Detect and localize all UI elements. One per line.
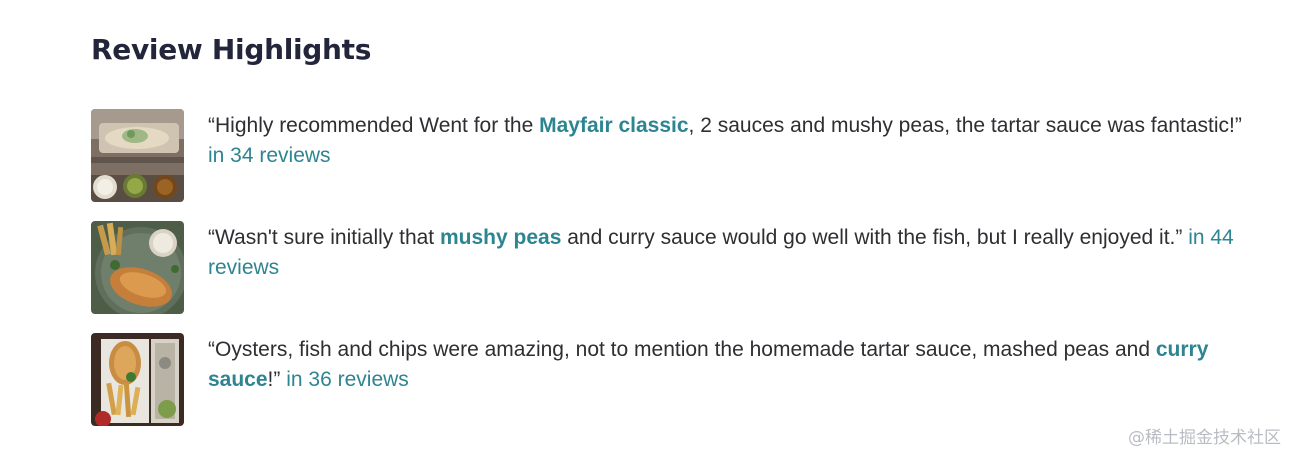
review-count-link[interactable]: in 36 reviews	[286, 368, 409, 391]
highlighted-dish-link[interactable]: Mayfair classic	[539, 114, 688, 137]
review-quote: “Oysters, fish and chips were amazing, n…	[208, 335, 1248, 395]
review-quote: “Wasn't sure initially that mushy peas a…	[208, 223, 1248, 283]
quote-text-after: , 2 sauces and mushy peas, the tartar sa…	[688, 114, 1235, 137]
quote-text-before: Oysters, fish and chips were amazing, no…	[215, 338, 1156, 361]
quote-text-before: Highly recommended Went for the	[215, 114, 540, 137]
quote-open-mark: “	[208, 114, 215, 137]
review-photo-thumbnail[interactable]	[91, 109, 184, 202]
quote-close-mark: ”	[273, 368, 281, 391]
fish-and-chips-paper-photo-icon	[91, 333, 184, 426]
review-highlight-item: “Oysters, fish and chips were amazing, n…	[91, 333, 1251, 426]
review-count-link[interactable]: in 34 reviews	[208, 144, 331, 167]
highlighted-dish-link[interactable]: mushy peas	[440, 226, 561, 249]
section-title: Review Highlights	[91, 33, 372, 66]
site-watermark: @稀土掘金技术社区	[1128, 428, 1281, 448]
review-highlight-item: “Wasn't sure initially that mushy peas a…	[91, 221, 1251, 314]
review-highlight-item: “Highly recommended Went for the Mayfair…	[91, 109, 1251, 202]
quote-close-mark: ”	[1175, 226, 1183, 249]
quote-text-before: Wasn't sure initially that	[215, 226, 440, 249]
fish-wrap-photo-icon	[91, 109, 184, 202]
review-highlights-list: “Highly recommended Went for the Mayfair…	[91, 109, 1251, 445]
review-photo-thumbnail[interactable]	[91, 333, 184, 426]
quote-open-mark: “	[208, 338, 215, 361]
review-highlights-section: Review Highlights “Highly recommended We…	[91, 30, 1251, 426]
fish-and-chips-plate-photo-icon	[91, 221, 184, 314]
review-photo-thumbnail[interactable]	[91, 221, 184, 314]
quote-close-mark: ”	[1234, 114, 1242, 137]
quote-open-mark: “	[208, 226, 215, 249]
review-quote: “Highly recommended Went for the Mayfair…	[208, 111, 1248, 171]
quote-text-after: and curry sauce would go well with the f…	[561, 226, 1176, 249]
